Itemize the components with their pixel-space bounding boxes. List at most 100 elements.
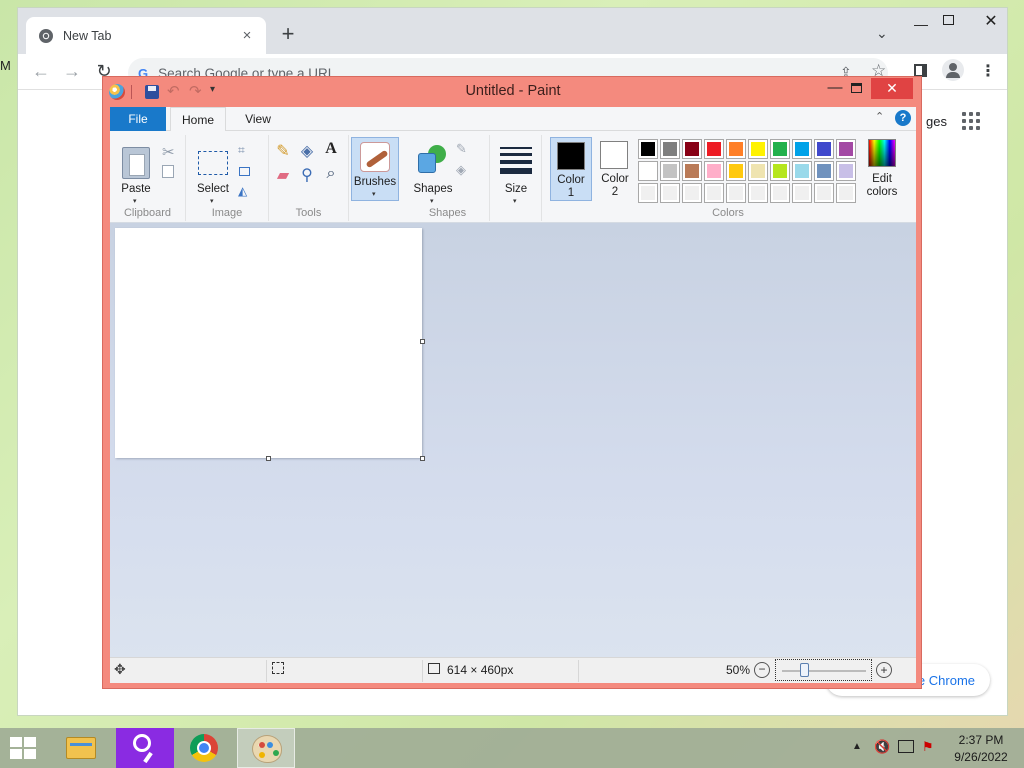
palette-color-swatch[interactable] [814, 183, 834, 203]
clock-time[interactable]: 2:37 PM [952, 733, 1010, 747]
shape-fill-icon[interactable]: ◈ [456, 162, 466, 178]
palette-color-swatch[interactable] [770, 161, 790, 181]
size-icon[interactable] [500, 147, 532, 178]
palette-color-swatch[interactable] [660, 183, 680, 203]
text-tool-icon[interactable]: A [321, 140, 341, 158]
palette-color-swatch[interactable] [836, 183, 856, 203]
shape-outline-icon[interactable]: ✎ [456, 141, 467, 157]
color1-button[interactable]: Color 1 [550, 137, 592, 201]
palette-color-swatch[interactable] [726, 161, 746, 181]
palette-color-swatch[interactable] [682, 183, 702, 203]
volume-muted-icon[interactable]: 🔇 [874, 739, 890, 755]
palette-color-swatch[interactable] [792, 139, 812, 159]
select-icon[interactable] [198, 151, 228, 175]
tab-close-icon[interactable]: × [238, 27, 256, 44]
palette-color-swatch[interactable] [704, 161, 724, 181]
canvas-workspace[interactable] [110, 223, 916, 657]
profile-avatar-icon[interactable] [942, 59, 964, 81]
palette-color-swatch[interactable] [770, 139, 790, 159]
tab-view[interactable]: View [230, 107, 286, 131]
chrome-maximize-button[interactable] [943, 15, 954, 25]
fill-bucket-icon[interactable]: ◈ [297, 141, 317, 161]
google-apps-icon[interactable] [962, 112, 980, 130]
chrome-tab-new-tab[interactable]: New Tab × [26, 17, 266, 54]
size-dropdown-icon[interactable]: ▾ [513, 197, 517, 205]
palette-color-swatch[interactable] [814, 139, 834, 159]
tray-overflow-icon[interactable]: ▲ [852, 741, 862, 752]
images-link[interactable]: ges [926, 114, 947, 129]
paint-minimize-button[interactable]: — [825, 79, 845, 96]
back-arrow-icon[interactable]: ← [30, 61, 52, 82]
paint-maximize-button[interactable] [851, 83, 862, 93]
palette-color-swatch[interactable] [726, 139, 746, 159]
tab-file[interactable]: File [110, 107, 166, 131]
ribbon-collapse-icon[interactable]: ⌃ [875, 110, 884, 123]
palette-color-swatch[interactable] [836, 139, 856, 159]
taskbar-file-explorer[interactable] [52, 728, 110, 768]
zoom-slider[interactable] [775, 659, 872, 681]
resize-handle-corner[interactable] [420, 456, 425, 461]
clock-date[interactable]: 9/26/2022 [948, 750, 1014, 764]
resize-icon[interactable] [239, 167, 250, 176]
select-dropdown-icon[interactable]: ▾ [210, 197, 214, 205]
shapes-icon[interactable] [418, 145, 446, 173]
windows-start-icon[interactable] [10, 737, 38, 761]
copy-icon[interactable] [162, 165, 174, 178]
tab-search-icon[interactable]: ⌄ [876, 25, 888, 42]
network-icon[interactable] [898, 740, 914, 753]
palette-color-swatch[interactable] [770, 183, 790, 203]
new-tab-button[interactable]: + [276, 22, 300, 46]
palette-color-swatch[interactable] [682, 161, 702, 181]
palette-color-swatch[interactable] [748, 161, 768, 181]
help-icon[interactable]: ? [895, 110, 911, 126]
palette-color-swatch[interactable] [704, 139, 724, 159]
chrome-close-button[interactable]: ✕ [973, 10, 1007, 34]
resize-handle-bottom[interactable] [266, 456, 271, 461]
shapes-label[interactable]: Shapes [410, 183, 456, 195]
taskbar-search[interactable] [116, 728, 174, 768]
brushes-button[interactable]: Brushes ▾ [351, 137, 399, 201]
palette-color-swatch[interactable] [748, 183, 768, 203]
palette-color-swatch[interactable] [660, 161, 680, 181]
palette-color-swatch[interactable] [726, 183, 746, 203]
color-picker-icon[interactable]: ⚲ [297, 165, 317, 185]
palette-color-swatch[interactable] [836, 161, 856, 181]
drawing-canvas[interactable] [115, 228, 422, 458]
eraser-icon[interactable]: ▰ [273, 165, 293, 185]
chrome-minimize-button[interactable]: — [914, 16, 928, 32]
zoom-slider-thumb[interactable] [800, 663, 809, 677]
zoom-in-icon[interactable]: + [876, 662, 892, 678]
shapes-dropdown-icon[interactable]: ▾ [430, 197, 434, 205]
palette-color-swatch[interactable] [638, 139, 658, 159]
crop-icon[interactable]: ⌗ [238, 143, 245, 158]
edit-colors-button[interactable]: Edit colors [860, 137, 904, 201]
palette-color-swatch[interactable] [682, 139, 702, 159]
paste-label[interactable]: Paste [114, 183, 158, 195]
size-label[interactable]: Size [494, 183, 538, 195]
palette-color-swatch[interactable] [704, 183, 724, 203]
palette-color-swatch[interactable] [814, 161, 834, 181]
chrome-menu-icon[interactable]: ⋮ [980, 61, 996, 81]
magnifier-icon[interactable]: ⌕ [321, 165, 341, 183]
cut-icon[interactable]: ✂ [162, 143, 175, 161]
taskbar-chrome[interactable] [176, 728, 234, 768]
palette-color-swatch[interactable] [792, 183, 812, 203]
paint-titlebar[interactable]: ↶ ↷ ▾ Untitled - Paint — ✕ [103, 77, 921, 107]
resize-handle-right[interactable] [420, 339, 425, 344]
palette-color-swatch[interactable] [638, 161, 658, 181]
taskbar-paint[interactable] [237, 728, 295, 768]
paint-close-button[interactable]: ✕ [871, 78, 913, 99]
forward-arrow-icon[interactable]: → [61, 61, 83, 82]
pencil-icon[interactable]: ✎ [273, 141, 293, 161]
select-label[interactable]: Select [190, 183, 236, 195]
paste-dropdown-icon[interactable]: ▾ [133, 197, 137, 205]
rotate-icon[interactable]: ◭ [238, 184, 247, 198]
paste-icon[interactable] [122, 147, 150, 179]
palette-color-swatch[interactable] [748, 139, 768, 159]
palette-color-swatch[interactable] [660, 139, 680, 159]
palette-color-swatch[interactable] [638, 183, 658, 203]
palette-color-swatch[interactable] [792, 161, 812, 181]
zoom-out-icon[interactable]: − [754, 662, 770, 678]
tab-home[interactable]: Home [170, 107, 226, 132]
color2-button[interactable]: Color 2 [594, 137, 636, 201]
